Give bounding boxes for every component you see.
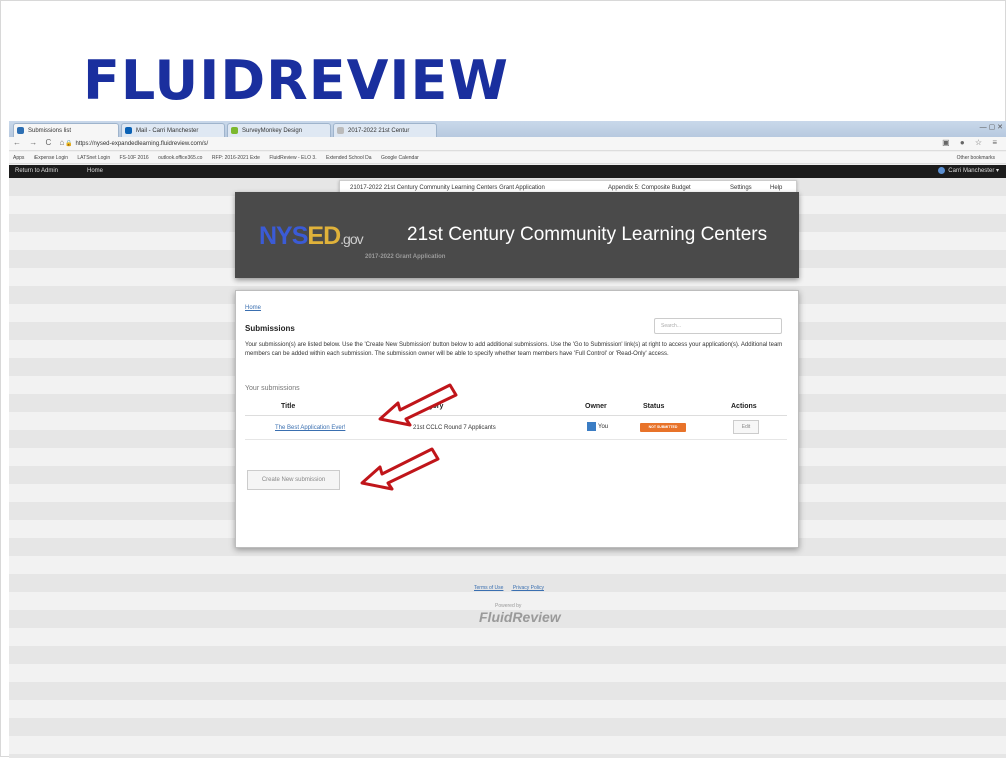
avatar: [938, 166, 946, 174]
privacy-link[interactable]: Privacy Policy: [513, 585, 544, 591]
extension-icons[interactable]: ▣ ● ☆ ≡: [942, 138, 1001, 147]
return-to-admin-link[interactable]: Return to Admin: [15, 165, 58, 178]
bookmark-item[interactable]: Apps: [13, 155, 24, 161]
browser-tab-bar: Submissions list Mail - Carri Manchester…: [9, 121, 1006, 137]
instructions-text: Your submission(s) are listed below. Use…: [245, 342, 783, 357]
submissions-card: Home Submissions Search... Your submissi…: [235, 290, 799, 548]
url-field[interactable]: 🔒 https://nysed-expandedlearning.fluidrev…: [65, 139, 905, 149]
bookmark-item[interactable]: RFP: 2016-2021 Exte: [212, 155, 260, 161]
bookmark-item[interactable]: FS-10F 2016: [120, 155, 149, 161]
submission-title-link[interactable]: The Best Application Ever!: [275, 425, 345, 431]
your-submissions-label: Your submissions: [245, 385, 300, 392]
bookmark-item[interactable]: LATSnet Login: [77, 155, 110, 161]
header-banner: NYSED.gov 21st Century Community Learnin…: [235, 192, 799, 278]
window-controls[interactable]: — ▢ ✕: [980, 123, 1003, 131]
browser-tab-submissions[interactable]: Submissions list: [13, 123, 119, 137]
column-header-actions: Actions: [731, 403, 757, 410]
column-header-status: Status: [643, 403, 665, 410]
table-divider: [245, 439, 787, 440]
tab-favicon-icon: [125, 127, 132, 134]
nysed-logo: NYSED.gov: [259, 222, 364, 250]
table-divider: [245, 415, 787, 416]
bookmark-item[interactable]: iExpense Login: [34, 155, 68, 161]
page-body: 21017-2022 21st Century Community Learni…: [9, 178, 1006, 758]
bookmark-item[interactable]: outlook.office365.co: [158, 155, 202, 161]
bookmarks-bar: Apps iExpense Login LATSnet Login FS-10F…: [9, 152, 1006, 164]
footer-links: Terms of Use Privacy Policy: [474, 585, 552, 591]
lock-icon: 🔒: [65, 141, 73, 147]
tab-favicon-icon: [17, 127, 24, 134]
user-menu[interactable]: Carri Manchester ▾: [938, 165, 999, 178]
table-row: The Best Application Ever!: [275, 425, 345, 431]
other-bookmarks[interactable]: Other bookmarks: [957, 152, 995, 163]
terms-link[interactable]: Terms of Use: [474, 585, 503, 591]
status-badge: NOT SUBMITTED: [640, 423, 686, 432]
slide-title: FLUIDREVIEW: [83, 49, 509, 112]
browser-tab-surveymonkey[interactable]: SurveyMonkey Design: [227, 123, 331, 137]
browser-nav-icons[interactable]: ← → C ⌂: [13, 138, 67, 147]
bookmark-item[interactable]: FluidReview - ELO 3.: [269, 155, 316, 161]
page-title: Submissions: [245, 324, 295, 333]
slide: FLUIDREVIEW Submissions list Mail - Carr…: [0, 0, 1006, 758]
tab-favicon-icon: [231, 127, 238, 134]
browser-tab-grant[interactable]: 2017-2022 21st Centur: [333, 123, 437, 137]
tab-favicon-icon: [337, 127, 344, 134]
address-bar: ← → C ⌂ 🔒 https://nysed-expandedlearning.…: [9, 137, 1006, 151]
banner-subtitle: 2017-2022 Grant Application: [365, 254, 446, 260]
admin-top-nav: Return to Admin Home Carri Manchester ▾: [9, 165, 1006, 178]
fluidreview-logo: FluidReview: [479, 609, 561, 625]
column-header-owner: Owner: [585, 403, 607, 410]
edit-button[interactable]: Edit: [733, 420, 759, 434]
search-input[interactable]: Search...: [654, 318, 782, 334]
bookmark-item[interactable]: Google Calendar: [381, 155, 419, 161]
annotation-arrow-create: [360, 447, 440, 491]
create-new-submission-button[interactable]: Create New submission: [247, 470, 340, 490]
browser-screenshot: Submissions list Mail - Carri Manchester…: [9, 121, 1006, 758]
banner-title: 21st Century Community Learning Centers: [407, 224, 768, 245]
annotation-arrow-title: [378, 383, 458, 427]
column-header-title: Title: [281, 403, 296, 410]
submission-owner: You: [587, 422, 608, 431]
home-link[interactable]: Home: [87, 165, 103, 178]
browser-tab-mail[interactable]: Mail - Carri Manchester: [121, 123, 225, 137]
owner-avatar-icon: [587, 422, 596, 431]
breadcrumb[interactable]: Home: [245, 305, 261, 311]
bookmark-item[interactable]: Extended School Da: [326, 155, 372, 161]
